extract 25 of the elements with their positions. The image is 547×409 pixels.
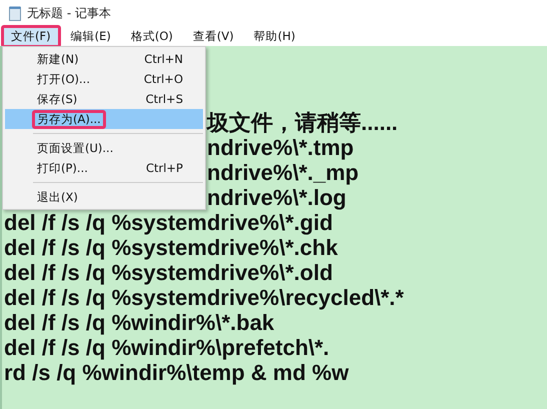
text-line: del /f /s /q %windir%\*.bak — [4, 310, 274, 335]
menu-item[interactable]: 格式(O) — [120, 25, 183, 48]
text-line: del /f /s /q %systemdrive%\recycled\*.* — [4, 285, 404, 310]
menu-option[interactable]: 退出(X) — [5, 187, 203, 207]
menu-option[interactable]: 打开(O)... Ctrl+O — [5, 69, 203, 89]
menu-item[interactable]: 文件(F) — [1, 25, 61, 48]
text-line: 圾文件，请稍等...... — [207, 110, 398, 135]
text-line: ndrive%\*.log — [207, 185, 346, 210]
text-line: del /f /s /q %systemdrive%\*.gid — [4, 210, 333, 235]
text-line: ndrive%\*._mp — [207, 160, 359, 185]
text-line: del /f /s /q %systemdrive%\*.chk — [4, 235, 338, 260]
menu-option[interactable]: 新建(N) Ctrl+N — [5, 49, 203, 69]
window-title: 无标题 - 记事本 — [27, 5, 111, 22]
text-line: ndrive%\*.tmp — [207, 135, 354, 160]
menu-option[interactable]: 页面设置(U)... — [5, 138, 203, 158]
menu-item[interactable]: 帮助(H) — [244, 25, 306, 48]
menu-option[interactable]: 保存(S) Ctrl+S — [5, 89, 203, 109]
text-line: rd /s /q %windir%\temp & md %w — [4, 360, 349, 385]
menu-item[interactable]: 编辑(E) — [60, 25, 121, 48]
notepad-icon — [9, 6, 21, 21]
menu-option[interactable]: 打印(P)... Ctrl+P — [5, 158, 203, 178]
text-line: del /f /s /q %systemdrive%\*.old — [4, 260, 333, 285]
menu-item[interactable]: 查看(V) — [182, 25, 244, 48]
text-line: del /f /s /q %windir%\prefetch\*. — [4, 335, 330, 360]
menu-option[interactable]: 另存为(A)... — [5, 109, 203, 129]
